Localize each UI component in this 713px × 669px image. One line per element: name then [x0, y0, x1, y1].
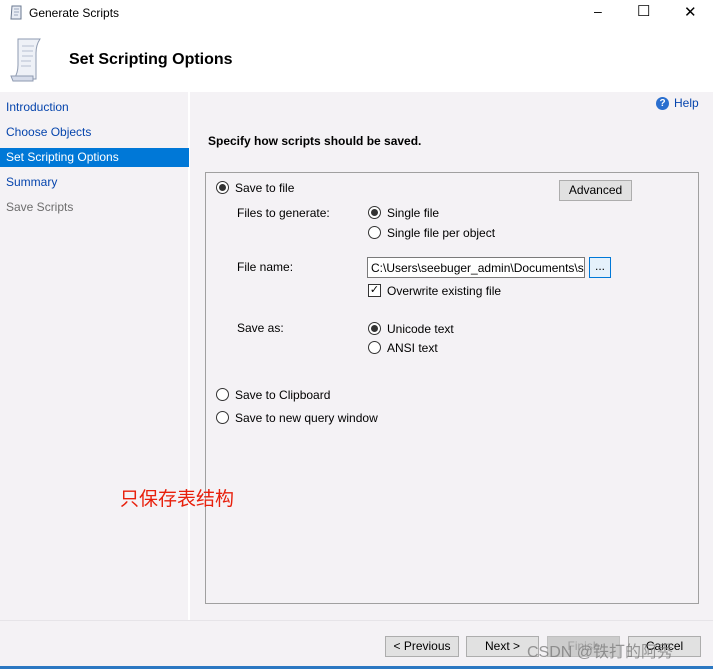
sidebar: Introduction Choose Objects Set Scriptin… — [0, 92, 189, 620]
single-file-per-object-label[interactable]: Single file per object — [387, 226, 495, 240]
single-file-radio[interactable] — [368, 206, 381, 219]
overwrite-checkbox[interactable]: ✓ — [368, 284, 381, 297]
sidebar-item-set-scripting-options[interactable]: Set Scripting Options — [0, 148, 189, 167]
unicode-text-label[interactable]: Unicode text — [387, 322, 454, 336]
advanced-button[interactable]: Advanced — [559, 180, 632, 201]
single-file-per-object-radio[interactable] — [368, 226, 381, 239]
save-as-label: Save as: — [237, 321, 284, 335]
instruction-text: Specify how scripts should be saved. — [208, 134, 422, 148]
close-button[interactable]: ✕ — [684, 3, 697, 21]
ansi-text-radio[interactable] — [368, 341, 381, 354]
sidebar-item-introduction[interactable]: Introduction — [0, 98, 189, 117]
save-to-query-window-radio[interactable] — [216, 411, 229, 424]
window-title: Generate Scripts — [29, 6, 120, 20]
annotation-text: 只保存表结构 — [120, 489, 235, 510]
browse-button[interactable]: ... — [589, 257, 611, 278]
overwrite-label[interactable]: Overwrite existing file — [387, 284, 501, 298]
sidebar-item-choose-objects[interactable]: Choose Objects — [0, 123, 189, 142]
scroll-icon — [10, 5, 22, 20]
help-label: Help — [674, 96, 699, 110]
sidebar-item-summary[interactable]: Summary — [0, 173, 189, 192]
save-to-file-label[interactable]: Save to file — [235, 181, 294, 195]
main-panel: ? Help Specify how scripts should be sav… — [190, 92, 713, 620]
file-name-label: File name: — [237, 260, 294, 274]
minimize-button[interactable]: – — [594, 3, 602, 19]
previous-button[interactable]: < Previous — [385, 636, 459, 657]
unicode-text-radio[interactable] — [368, 322, 381, 335]
page-header: Set Scripting Options — [0, 26, 713, 92]
title-bar: Generate Scripts – ☐ ✕ — [0, 0, 713, 26]
sidebar-item-save-scripts: Save Scripts — [6, 200, 74, 214]
footer: < Previous Next > Finish Cancel CSDN @铁打… — [0, 620, 713, 666]
file-name-input[interactable]: C:\Users\seebuger_admin\Documents\script… — [367, 257, 585, 278]
ansi-text-label[interactable]: ANSI text — [387, 341, 438, 355]
help-icon: ? — [656, 97, 669, 110]
watermark: CSDN @铁打的阿秀 — [527, 644, 674, 661]
save-to-query-window-label[interactable]: Save to new query window — [235, 411, 378, 425]
page-title: Set Scripting Options — [69, 51, 233, 68]
scroll-icon — [10, 38, 41, 82]
save-to-clipboard-label[interactable]: Save to Clipboard — [235, 388, 330, 402]
save-to-file-radio[interactable] — [216, 181, 229, 194]
save-to-clipboard-radio[interactable] — [216, 388, 229, 401]
single-file-label[interactable]: Single file — [387, 206, 439, 220]
files-to-generate-label: Files to generate: — [237, 206, 330, 220]
maximize-button[interactable]: ☐ — [637, 2, 650, 20]
